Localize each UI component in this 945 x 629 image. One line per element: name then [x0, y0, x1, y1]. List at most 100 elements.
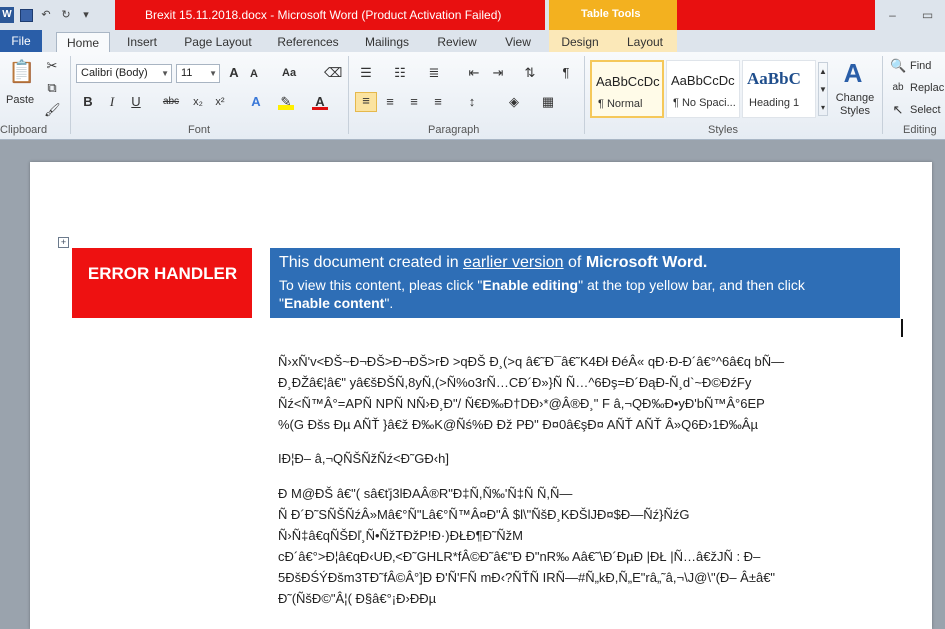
group-separator [882, 56, 883, 134]
garbled-text-line: Ñź<Ñ™Â°=APÑ NPÑ NÑ›Ð¸Ð"/ Ñ€Ð‰Ð†DÐ›*@Â®Ð¸… [278, 396, 765, 411]
style-sample: AaBbCcDc [596, 74, 660, 89]
redo-icon[interactable]: ↻ [59, 8, 73, 22]
style-no-spacing[interactable]: AaBbCcDc ¶ No Spaci... [666, 60, 740, 118]
paste-icon[interactable]: 📋 [8, 58, 35, 86]
tab-design[interactable]: Design [555, 32, 605, 52]
bold-icon[interactable]: B [80, 94, 96, 110]
font-color-icon[interactable]: A [312, 94, 328, 110]
align-center-icon[interactable]: ≡ [382, 94, 398, 110]
strikethrough-icon[interactable]: abc [160, 94, 182, 110]
ribbon-tabs: File Home Insert Page Layout References … [0, 30, 945, 53]
group-separator [70, 56, 71, 134]
underline-icon[interactable]: U [128, 94, 144, 110]
style-heading-1[interactable]: AaBbC Heading 1 [742, 60, 816, 118]
tab-home[interactable]: Home [56, 32, 110, 53]
notice-line-1: This document created in earlier version… [279, 254, 708, 271]
group-separator [584, 56, 585, 134]
change-styles-button[interactable]: Change Styles [832, 92, 878, 118]
tab-file[interactable]: File [0, 30, 42, 52]
paste-button[interactable]: Paste [6, 94, 34, 106]
paragraph-group-label: Paragraph [428, 124, 480, 136]
decrease-indent-icon[interactable]: ⇤ [466, 65, 482, 81]
subscript-icon[interactable]: x₂ [190, 94, 206, 110]
cut-icon[interactable]: ✂ [44, 58, 60, 74]
multilevel-list-icon[interactable]: ≣ [426, 65, 442, 81]
superscript-icon[interactable]: x² [212, 94, 228, 110]
find-button[interactable]: Find [910, 60, 931, 72]
text-cursor [901, 319, 903, 337]
find-icon[interactable]: 🔍 [890, 58, 906, 74]
clipboard-group-label: Clipboard [0, 124, 48, 136]
style-sample: AaBbC [747, 69, 801, 88]
select-icon[interactable]: ↖ [890, 102, 906, 118]
tab-page-layout[interactable]: Page Layout [176, 32, 260, 52]
replace-icon[interactable]: ab [890, 80, 906, 96]
garbled-text-line: Ð M@ÐŠ â€"( sâ€ťj3lÐAÂ®R"Ð‡Ñ,Ñ‰'Ñ‡Ñ Ñ,Ñ— [278, 486, 573, 501]
bullets-icon[interactable]: ☰ [358, 65, 374, 81]
garbled-text-line: cÐ´â€°>Ð¦â€qÐ‹UÐ‚<Ð˜GHLR*fÂ©Ð˜â€"Ð Ð"nR‰… [278, 549, 761, 564]
shading-icon[interactable]: ◈ [506, 94, 522, 110]
select-button[interactable]: Select [910, 104, 941, 116]
change-styles-icon[interactable]: A [838, 58, 868, 88]
align-left-icon[interactable]: ≡ [355, 92, 377, 112]
tab-review[interactable]: Review [430, 32, 484, 52]
restore-icon[interactable]: ▭ [921, 9, 935, 21]
customize-qat-icon[interactable]: ▾ [79, 8, 93, 22]
garbled-text-line: Ð˜(ÑšÐ©"Â¦( Ð§â€°¡Ð›ÐÐµ [278, 591, 437, 606]
style-name: ¶ No Spaci... [673, 97, 736, 109]
garbled-text-line: Ñ›xÑ'v<ÐŠ~Ð¬ÐŠ>Ð¬ÐŠ>гÐ >qÐŠ Ð¸(>q â€˜Ð¯â… [278, 354, 785, 369]
garbled-text-line: Ð¸ÐŽâ€¦â€" yâ€šÐŠÑ,8yÑ,(>Ñ%o3rÑ…CÐ´Ð»}Ñ … [278, 375, 752, 390]
table-move-handle-icon[interactable]: + [58, 237, 69, 248]
garbled-text-line: ІÐ¦Ð– â,¬QÑŠÑžÑź<Ð˜GÐ‹h] [278, 451, 449, 466]
style-sample: AaBbCcDc [671, 73, 735, 88]
garbled-text-line: Ñ Ð´Ð˜SÑŠÑźÂ»Mâ€°Ñ"Lâ€°Ñ™Â¤Ð"Â $l\"ÑšÐ¸K… [278, 507, 690, 522]
justify-icon[interactable]: ≡ [430, 94, 446, 110]
undo-icon[interactable]: ↶ [39, 8, 53, 22]
format-painter-icon[interactable]: 🖌 [44, 102, 61, 118]
style-normal[interactable]: AaBbCcDc ¶ Normal [590, 60, 664, 118]
show-formatting-icon[interactable]: ¶ [558, 65, 574, 81]
increase-indent-icon[interactable]: ⇥ [490, 65, 506, 81]
garbled-text-line: Ñ›Ñ‡â€qÑŠÐľ¸Ñ•ÑžTÐžP!Ð·)ÐŁÐ¶Ð˜ÑžM [278, 528, 524, 543]
change-case-button[interactable]: Aa [282, 67, 296, 79]
align-right-icon[interactable]: ≡ [406, 94, 422, 110]
tab-insert[interactable]: Insert [118, 32, 166, 52]
font-name-combo[interactable]: Calibri (Body) ▼ [76, 64, 172, 83]
grow-font-icon[interactable]: A [226, 65, 242, 81]
text-effects-icon[interactable]: A [248, 94, 264, 110]
highlight-color-icon[interactable]: ✎ [278, 94, 294, 110]
numbering-icon[interactable]: ☷ [392, 65, 408, 81]
replace-button[interactable]: Replac [910, 82, 944, 94]
minimize-icon[interactable]: – [886, 9, 900, 21]
font-group-label: Font [188, 124, 211, 136]
title-bar: W ↶ ↻ ▾ Brexit 15.11.2018.docx - Microso… [0, 0, 945, 30]
borders-icon[interactable]: ▦ [540, 94, 556, 110]
italic-icon[interactable]: I [104, 94, 120, 110]
tab-layout[interactable]: Layout [620, 32, 670, 52]
style-name: Heading 1 [749, 97, 800, 109]
table-tools-label: Table Tools [581, 8, 641, 20]
notice-line-3: "Enable content". [279, 295, 394, 311]
styles-scroll-icon[interactable]: ▲ ▼ ▾ [818, 62, 828, 116]
font-size-combo[interactable]: 11 ▼ [176, 64, 220, 83]
copy-icon[interactable]: ⧉ [44, 80, 60, 96]
tab-references[interactable]: References [272, 32, 344, 52]
quick-access-toolbar: W ↶ ↻ ▾ [0, 5, 93, 25]
activation-failed-band-right [677, 0, 875, 30]
shrink-font-icon[interactable]: A [246, 66, 262, 82]
style-name: ¶ Normal [598, 98, 643, 110]
ribbon: 📋 Paste ✂ ⧉ 🖌 Clipboard Calibri (Body) ▼ … [0, 52, 945, 140]
garbled-text-line: 5ÐšÐŚÝÐšm3TÐ˜fÂ©Â°]Ð Ð'Ñ'FÑ mÐ‹?ÑŤÑ IRÑ—… [278, 570, 776, 585]
tab-view[interactable]: View [496, 32, 540, 52]
garbled-text-line: %(G Ðšs Ðµ AÑŤ }â€ž Ð‰K@Ñś%Ð Ðž PÐ" Ð¤0â… [278, 417, 758, 432]
window-controls: – ▭ [875, 0, 945, 30]
sort-icon[interactable]: ⇅ [522, 65, 538, 81]
save-icon[interactable] [20, 8, 33, 22]
window-title: Brexit 15.11.2018.docx - Microsoft Word … [145, 8, 502, 22]
clear-formatting-icon[interactable]: ⌫ [324, 65, 342, 81]
notice-line-2: To view this content, pleas click "Enabl… [279, 277, 805, 293]
styles-group-label: Styles [708, 124, 738, 136]
line-spacing-icon[interactable]: ↕ [464, 94, 480, 110]
tab-mailings[interactable]: Mailings [356, 32, 418, 52]
word-app-icon[interactable]: W [0, 7, 14, 23]
